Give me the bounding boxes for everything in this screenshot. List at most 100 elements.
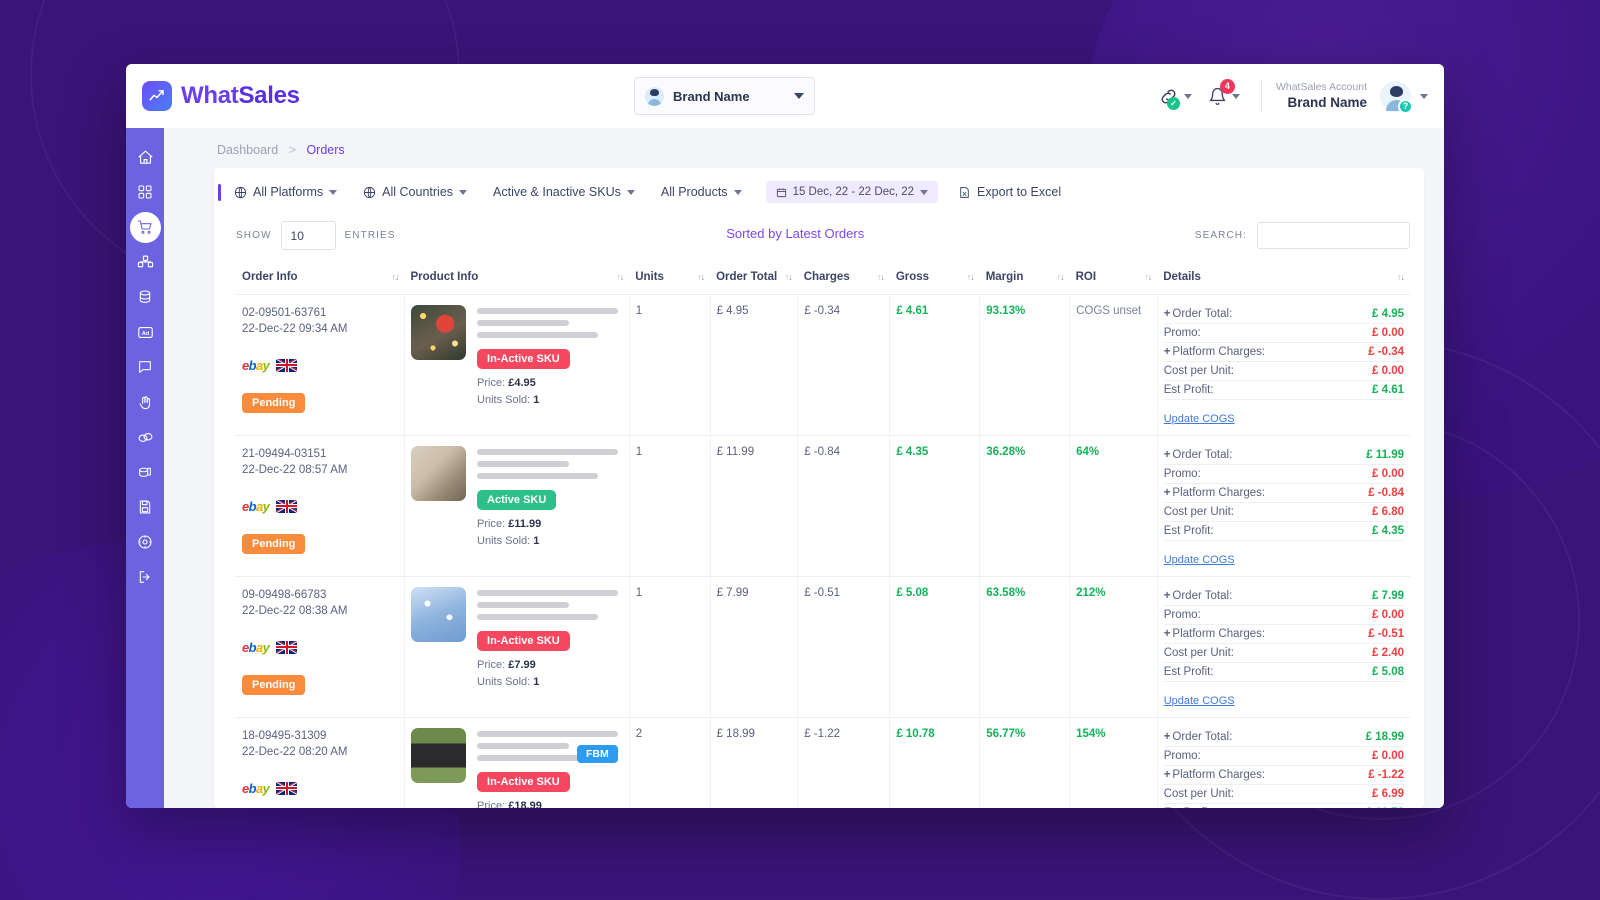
- orders-table-container[interactable]: Order Info ↑↓ Product Info ↑↓ Units ↑↓ O…: [214, 262, 1424, 808]
- export-to-excel-button[interactable]: Export to Excel: [956, 181, 1072, 203]
- breadcrumb-root[interactable]: Dashboard: [217, 143, 278, 157]
- cell-order-total: £ 18.99: [710, 717, 799, 808]
- sidebar-item-home[interactable]: [126, 140, 164, 174]
- table-row[interactable]: 02-09501-63761 22-Dec-22 09:34 AM ebay P…: [236, 294, 1410, 436]
- sidebar-item-connections[interactable]: [126, 420, 164, 454]
- sort-arrows-icon[interactable]: ↑↓: [392, 272, 400, 282]
- avatar[interactable]: ?: [1380, 80, 1413, 114]
- sort-arrows-icon[interactable]: ↑↓: [967, 272, 975, 282]
- order-date: 22-Dec-22 09:34 AM: [242, 322, 348, 335]
- cell-charges: £ -0.84: [797, 435, 891, 577]
- search-label: SEARCH:: [1194, 230, 1247, 241]
- sort-arrows-icon[interactable]: ↑↓: [877, 272, 885, 282]
- ebay-logo-icon: ebay: [242, 780, 270, 796]
- sidebar-item-dashboard[interactable]: [126, 175, 164, 209]
- product-meta: Price: £18.99Units Sold: 1: [477, 800, 542, 808]
- table-row[interactable]: 09-09498-66783 22-Dec-22 08:38 AM ebay P…: [236, 576, 1410, 718]
- table-row[interactable]: 18-09495-31309 22-Dec-22 08:20 AM ebay P…: [236, 717, 1410, 808]
- sidebar-item-reports[interactable]: [126, 490, 164, 524]
- sidebar-item-ads[interactable]: Ad: [126, 315, 164, 349]
- breadcrumb-current[interactable]: Orders: [306, 143, 344, 157]
- col-margin[interactable]: Margin ↑↓: [979, 262, 1070, 295]
- detail-row-cost-per-unit: Cost per Unit: £ 6.99: [1163, 784, 1404, 804]
- cell-roi: 212%: [1069, 576, 1158, 718]
- col-roi[interactable]: ROI ↑↓: [1069, 262, 1158, 295]
- notifications-button[interactable]: 4: [1201, 78, 1247, 110]
- cell-gross: £ 4.35: [889, 435, 981, 577]
- cell-order-total: £ 4.95: [710, 294, 799, 436]
- show-label: SHOW: [236, 230, 272, 241]
- col-charges[interactable]: Charges ↑↓: [797, 262, 890, 295]
- cell-order-total: £ 11.99: [710, 435, 799, 577]
- cell-order-info: 02-09501-63761 22-Dec-22 09:34 AM ebay P…: [236, 294, 406, 436]
- col-gross[interactable]: Gross ↑↓: [889, 262, 980, 295]
- filter-date-range-label: 15 Dec, 22 - 22 Dec, 22: [792, 186, 915, 198]
- col-product-info[interactable]: Product Info ↑↓: [404, 262, 630, 295]
- product-entry[interactable]: FBM In-Active SKU Price: £18.99Units Sol…: [411, 728, 623, 808]
- product-entry[interactable]: In-Active SKU Price: £4.95 Units Sold: 1: [411, 305, 623, 408]
- cell-roi: 154%: [1069, 717, 1158, 808]
- cell-product-info: FBM In-Active SKU Price: £18.99Units Sol…: [404, 717, 630, 808]
- col-order-info[interactable]: Order Info ↑↓: [236, 262, 405, 295]
- chevron-down-icon: [459, 189, 468, 195]
- update-cogs-link[interactable]: Update COGS: [1164, 413, 1235, 425]
- sort-arrows-icon[interactable]: ↑↓: [616, 272, 624, 282]
- notification-count-badge: 4: [1219, 78, 1235, 94]
- detail-row-cost-per-unit: Cost per Unit: £ 0.00: [1163, 361, 1404, 381]
- sidebar-item-orders[interactable]: [126, 210, 164, 244]
- app-logo[interactable]: WhatSales: [136, 81, 372, 111]
- sort-arrows-icon[interactable]: ↑↓: [785, 272, 793, 282]
- update-cogs-link[interactable]: Update COGS: [1164, 554, 1235, 566]
- integrations-button[interactable]: ✓: [1151, 82, 1199, 111]
- chevron-down-icon: [733, 189, 742, 195]
- product-entry[interactable]: In-Active SKU Price: £7.99 Units Sold: 1: [411, 587, 623, 690]
- excel-file-icon: [960, 186, 969, 198]
- brand-selector-dropdown[interactable]: Brand Name: [634, 77, 815, 115]
- sidebar-item-settings[interactable]: [126, 525, 164, 559]
- product-entry[interactable]: Active SKU Price: £11.99 Units Sold: 1: [411, 446, 623, 549]
- cell-details: + Order Total: £ 7.99 Promo: £ 0.00 + Platfo…: [1157, 576, 1410, 718]
- chevron-down-icon[interactable]: [1420, 93, 1428, 99]
- sidebar-item-expenses[interactable]: [126, 455, 164, 489]
- sidebar-item-inventory[interactable]: [126, 280, 164, 314]
- search-input[interactable]: [1257, 222, 1410, 249]
- sku-status-badge: In-Active SKU: [477, 349, 570, 369]
- orders-table: Order Info ↑↓ Product Info ↑↓ Units ↑↓ O…: [236, 262, 1410, 808]
- filter-products-label: All Products: [660, 185, 728, 199]
- col-units[interactable]: Units ↑↓: [629, 262, 711, 295]
- chevron-down-icon: [920, 189, 929, 195]
- sort-arrows-icon[interactable]: ↑↓: [1144, 272, 1152, 282]
- uk-flag-icon: [276, 781, 298, 795]
- sidebar-item-repricer[interactable]: [126, 385, 164, 419]
- sort-arrows-icon[interactable]: ↑↓: [1057, 272, 1065, 282]
- table-row[interactable]: 21-09494-03151 22-Dec-22 08:57 AM ebay P…: [236, 435, 1410, 577]
- sort-arrows-icon[interactable]: ↑↓: [697, 272, 705, 282]
- cell-charges: £ -1.22: [797, 717, 891, 808]
- sidebar-item-messages[interactable]: [126, 350, 164, 384]
- details-breakdown: + Order Total: £ 11.99 Promo: £ 0.00 + Platf…: [1163, 446, 1404, 541]
- cell-order-total: £ 7.99: [710, 576, 799, 718]
- order-date: 22-Dec-22 08:38 AM: [242, 604, 348, 617]
- brand-selector-label: Brand Name: [673, 88, 750, 104]
- filter-countries[interactable]: All Countries: [361, 181, 478, 203]
- sort-arrows-icon[interactable]: ↑↓: [1397, 272, 1405, 282]
- sidebar-item-products[interactable]: [126, 245, 164, 279]
- platform-row: ebay: [242, 781, 398, 796]
- filter-products[interactable]: All Products: [659, 181, 753, 203]
- update-cogs-link[interactable]: Update COGS: [1164, 695, 1235, 707]
- detail-row-platform-charges: + Platform Charges: £ -1.22: [1163, 765, 1404, 785]
- product-title-placeholder: [477, 587, 623, 620]
- entries-per-page-input[interactable]: [280, 221, 336, 250]
- table-header-row: Order Info ↑↓ Product Info ↑↓ Units ↑↓ O…: [236, 262, 1410, 295]
- sidebar-item-logout[interactable]: [126, 560, 164, 594]
- filter-platforms[interactable]: All Platforms: [232, 181, 348, 203]
- sidebar-nav: Ad: [126, 128, 164, 808]
- user-avatar-icon: [645, 86, 664, 106]
- filter-date-range[interactable]: 15 Dec, 22 - 22 Dec, 22: [765, 181, 939, 203]
- uk-flag-icon: [276, 640, 298, 654]
- col-details[interactable]: Details ↑↓: [1157, 262, 1410, 295]
- order-id: 21-09494-03151: [242, 448, 327, 460]
- col-order-total[interactable]: Order Total ↑↓: [710, 262, 798, 295]
- filter-skus[interactable]: Active & Inactive SKUs: [491, 181, 646, 203]
- connected-check-icon: ✓: [1166, 96, 1180, 110]
